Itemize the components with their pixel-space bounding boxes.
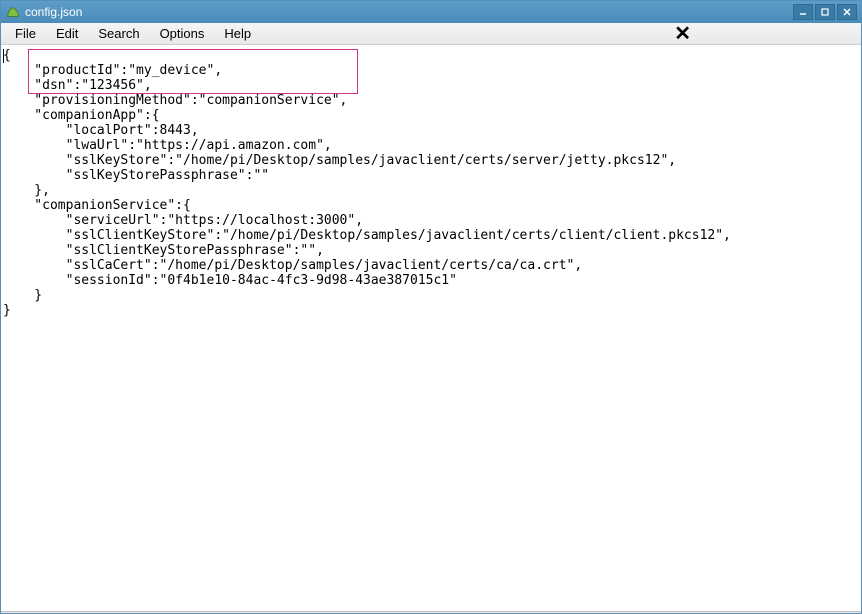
code-line: }: [3, 288, 42, 303]
code-line: },: [3, 183, 50, 198]
code-line: "companionService":{: [3, 198, 191, 213]
statusbar: [1, 611, 861, 613]
menubar: File Edit Search Options Help ✕: [1, 23, 861, 45]
window-controls: [793, 4, 857, 20]
code-line: "sslKeyStorePassphrase":"": [3, 168, 269, 183]
menu-help[interactable]: Help: [214, 24, 261, 43]
close-button[interactable]: [837, 4, 857, 20]
editor-window: config.json File Edit Search Options Hel…: [0, 0, 862, 614]
code-line: "sslKeyStore":"/home/pi/Desktop/samples/…: [3, 153, 676, 168]
code-line: "sslClientKeyStorePassphrase":"",: [3, 243, 324, 258]
code-line: "productId":"my_device",: [3, 63, 222, 78]
app-icon: [5, 4, 21, 20]
code-line: "lwaUrl":"https://api.amazon.com",: [3, 138, 332, 153]
menu-file[interactable]: File: [5, 24, 46, 43]
code-line: "provisioningMethod":"companionService",: [3, 93, 347, 108]
code-line: {: [3, 48, 11, 63]
code-line: "companionApp":{: [3, 108, 160, 123]
menu-search[interactable]: Search: [88, 24, 149, 43]
tab-close-icon[interactable]: ✕: [674, 24, 691, 44]
code-line: "dsn":"123456",: [3, 78, 152, 93]
code-line: "sslCaCert":"/home/pi/Desktop/samples/ja…: [3, 258, 582, 273]
code-line: }: [3, 303, 11, 318]
window-title: config.json: [25, 5, 793, 19]
minimize-button[interactable]: [793, 4, 813, 20]
code-line: "sslClientKeyStore":"/home/pi/Desktop/sa…: [3, 228, 731, 243]
code-line: "serviceUrl":"https://localhost:3000",: [3, 213, 363, 228]
code-line: "localPort":8443,: [3, 123, 199, 138]
menu-options[interactable]: Options: [150, 24, 215, 43]
maximize-button[interactable]: [815, 4, 835, 20]
text-editor-area[interactable]: { "productId":"my_device", "dsn":"123456…: [1, 45, 861, 611]
code-line: "sessionId":"0f4b1e10-84ac-4fc3-9d98-43a…: [3, 273, 457, 288]
menu-edit[interactable]: Edit: [46, 24, 88, 43]
titlebar[interactable]: config.json: [1, 1, 861, 23]
